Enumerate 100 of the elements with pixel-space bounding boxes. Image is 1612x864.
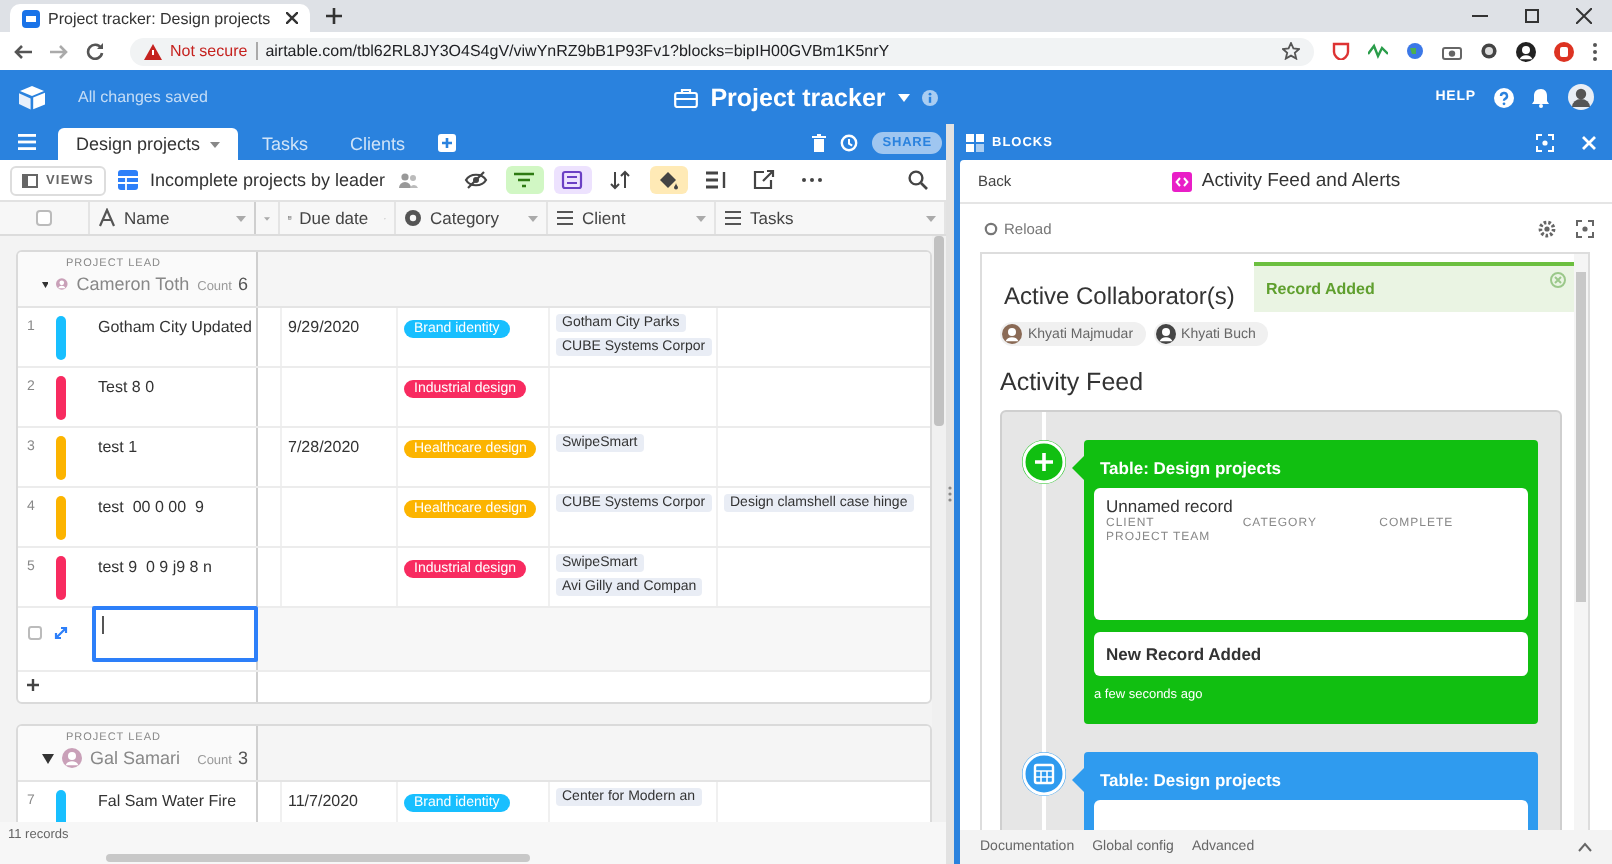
block-logo-icon bbox=[1171, 171, 1192, 191]
record-name: Gotham City Updated bbox=[98, 318, 252, 336]
airtable-logo-icon[interactable] bbox=[18, 85, 46, 109]
back-icon[interactable] bbox=[14, 43, 32, 59]
caret-icon[interactable] bbox=[926, 215, 936, 221]
paint-bucket-button[interactable] bbox=[649, 166, 688, 194]
user-avatar-icon bbox=[1155, 324, 1176, 344]
event-message: New Record Added bbox=[1094, 632, 1528, 676]
new-tab-icon[interactable] bbox=[326, 8, 342, 24]
expand-caret-icon[interactable] bbox=[42, 279, 49, 289]
expand-icon[interactable] bbox=[54, 626, 68, 640]
record-name: test 9 0 9 j9 8 n bbox=[98, 558, 212, 576]
fullscreen-icon[interactable] bbox=[1576, 219, 1594, 237]
chevron-up-icon[interactable] bbox=[1578, 842, 1592, 852]
sidebar-icon bbox=[22, 173, 38, 187]
due-date: 9/29/2020 bbox=[288, 318, 360, 336]
warning-icon bbox=[144, 43, 162, 59]
add-row-icon[interactable] bbox=[26, 678, 40, 692]
dropdown-circle-icon bbox=[404, 208, 422, 228]
share-icon bbox=[752, 170, 777, 190]
column-header[interactable]: Client bbox=[548, 202, 716, 234]
view-name[interactable]: Incomplete projects by leader bbox=[149, 170, 386, 190]
base-title[interactable]: Project tracker bbox=[710, 83, 886, 111]
info-icon[interactable] bbox=[921, 89, 938, 105]
caret-icon[interactable] bbox=[528, 215, 538, 221]
reload-icon[interactable] bbox=[86, 42, 104, 60]
security-label: Not secure bbox=[170, 42, 248, 60]
search-icon[interactable] bbox=[908, 170, 928, 190]
filter-icon bbox=[512, 170, 537, 190]
user-avatar-icon bbox=[1002, 324, 1022, 344]
history-icon[interactable] bbox=[840, 133, 859, 151]
group-leader-name: Cameron Toth bbox=[76, 274, 190, 294]
due-date: 7/28/2020 bbox=[288, 438, 360, 456]
wave-icon[interactable] bbox=[1368, 42, 1388, 60]
user-avatar-icon[interactable] bbox=[1568, 84, 1594, 110]
record-name: test 00 0 00 9 bbox=[98, 498, 204, 516]
record-title: Unnamed record bbox=[1106, 496, 1235, 516]
caret-icon[interactable] bbox=[897, 93, 910, 101]
more-icon[interactable] bbox=[1592, 41, 1598, 61]
menu-icon[interactable] bbox=[18, 134, 36, 150]
block-title: Activity Feed and Alerts bbox=[1201, 170, 1401, 192]
address-bar[interactable]: Not secure airtable.com/tbl62RL8JY3O4S4gV/viwYnRZ9bB1P93Fv1?blocks=bipIH00GVBm1K5nrY bbox=[130, 37, 1314, 65]
caret-icon[interactable] bbox=[210, 141, 221, 147]
eye-off-icon bbox=[464, 170, 489, 190]
lines-icon bbox=[724, 208, 742, 228]
grid-icon bbox=[117, 170, 138, 190]
shield-icon[interactable] bbox=[1332, 42, 1350, 60]
section-heading: Activity Feed bbox=[1000, 368, 1144, 396]
horizontal-scrollbar[interactable] bbox=[106, 854, 530, 862]
star-icon[interactable] bbox=[1282, 42, 1300, 60]
profile-icon[interactable] bbox=[1516, 41, 1536, 61]
browser-tab[interactable]: Project tracker: Design projects bbox=[10, 4, 310, 32]
cell-editor-field[interactable] bbox=[92, 606, 258, 662]
record-name: test 1 bbox=[98, 438, 138, 456]
caret-icon[interactable] bbox=[696, 215, 706, 221]
adblock-icon[interactable] bbox=[1554, 41, 1574, 61]
row-checkbox[interactable] bbox=[28, 626, 42, 640]
blocks-icon bbox=[966, 133, 984, 151]
avatar-icon bbox=[62, 748, 82, 768]
section-heading: Active Collaborator(s) bbox=[1004, 282, 1235, 310]
due-date: 11/7/2020 bbox=[288, 792, 358, 810]
table-tab[interactable]: Design projects bbox=[58, 128, 239, 160]
close-icon[interactable] bbox=[286, 12, 298, 24]
maximize-icon[interactable] bbox=[1524, 8, 1540, 24]
expand-caret-icon[interactable] bbox=[42, 753, 54, 763]
lines-icon bbox=[556, 208, 574, 228]
paint-bucket-icon bbox=[656, 170, 681, 190]
record-name: Test 8 0 bbox=[98, 378, 155, 396]
briefcase-icon bbox=[674, 87, 699, 107]
bell-icon[interactable] bbox=[1532, 87, 1550, 107]
drag-handle-icon[interactable] bbox=[948, 486, 952, 502]
caret-icon[interactable] bbox=[264, 215, 270, 221]
group-leader-name: Gal Samari bbox=[90, 748, 181, 768]
select-all-checkbox[interactable] bbox=[36, 210, 52, 226]
sort-icon bbox=[608, 170, 633, 190]
group-icon bbox=[560, 170, 585, 190]
camera-icon[interactable] bbox=[1442, 43, 1462, 59]
help-icon[interactable] bbox=[1494, 87, 1514, 107]
filter-button[interactable] bbox=[505, 166, 544, 194]
avatar-icon bbox=[56, 274, 69, 294]
row-height-icon bbox=[704, 170, 729, 190]
column-header[interactable]: Category bbox=[396, 202, 548, 234]
column-header[interactable]: Due date bbox=[280, 202, 396, 234]
trash-icon[interactable] bbox=[812, 133, 827, 151]
close-icon[interactable] bbox=[1576, 8, 1592, 24]
settings-icon[interactable] bbox=[1538, 219, 1556, 237]
vertical-scrollbar[interactable] bbox=[1574, 254, 1588, 830]
globe-icon[interactable] bbox=[1406, 42, 1424, 60]
circle-icon[interactable] bbox=[1480, 42, 1498, 60]
table-circle-icon bbox=[1022, 752, 1066, 796]
add-table-icon[interactable] bbox=[437, 133, 456, 151]
event-table-title: Table: Design projects bbox=[1100, 458, 1284, 478]
reload-icon bbox=[984, 221, 998, 235]
column-header[interactable]: Name bbox=[90, 202, 256, 234]
caret-icon[interactable] bbox=[236, 215, 246, 221]
people-icon[interactable] bbox=[397, 172, 418, 188]
url-text: airtable.com/tbl62RL8JY3O4S4gV/viwYnRZ9bB1P93Fv1?blocks=bipIH00GVBm1K5nrY bbox=[265, 42, 892, 60]
record-count: 3 bbox=[237, 748, 248, 768]
group-button[interactable] bbox=[553, 166, 592, 194]
forward-icon[interactable] bbox=[50, 43, 68, 59]
